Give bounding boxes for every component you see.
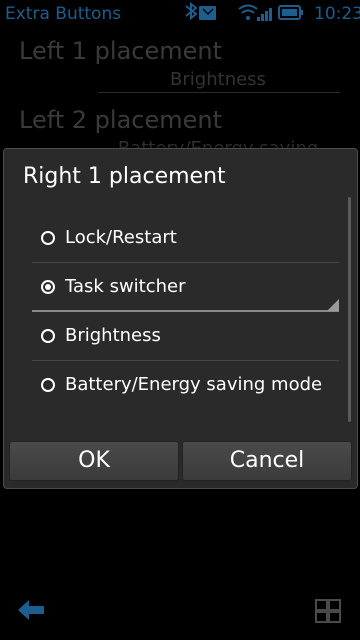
- selection-dialog: Right 1 placement Lock/Restart Task swit…: [3, 148, 358, 489]
- option-lock-restart[interactable]: Lock/Restart: [32, 214, 339, 263]
- radio-unchecked-icon: [41, 378, 55, 392]
- option-battery-energy-saving[interactable]: Battery/Energy saving mode: [32, 361, 339, 410]
- radio-checked-icon: [41, 280, 55, 294]
- bluetooth-icon: [185, 1, 198, 21]
- option-brightness[interactable]: Brightness: [32, 312, 339, 361]
- cancel-button[interactable]: Cancel: [182, 441, 352, 481]
- setting-title[interactable]: Left 2 placement: [19, 106, 222, 134]
- options-menu-icon[interactable]: [314, 598, 342, 624]
- radio-unchecked-icon: [41, 329, 55, 343]
- option-label: Battery/Energy saving mode: [65, 374, 323, 395]
- message-icon: [199, 6, 216, 20]
- status-bar: Extra Buttons 10:23: [0, 0, 360, 27]
- option-task-switcher[interactable]: Task switcher: [32, 263, 339, 312]
- back-arrow-icon[interactable]: [16, 597, 46, 623]
- setting-title[interactable]: Left 1 placement: [19, 37, 222, 65]
- setting-value[interactable]: Brightness: [98, 69, 338, 90]
- signal-icon: [257, 8, 272, 21]
- radio-unchecked-icon: [41, 231, 55, 245]
- option-label: Lock/Restart: [65, 227, 177, 248]
- clock: 10:23: [314, 4, 360, 24]
- option-label: Task switcher: [65, 276, 186, 297]
- focus-corner-icon: [327, 299, 339, 311]
- option-label: Brightness: [65, 325, 161, 346]
- ok-button[interactable]: OK: [9, 441, 179, 481]
- scrollbar[interactable]: [348, 197, 351, 422]
- wifi-icon: [238, 4, 258, 20]
- status-icons: [185, 1, 303, 21]
- dialog-title: Right 1 placement: [23, 164, 226, 189]
- battery-icon: [278, 5, 303, 20]
- divider: [98, 92, 340, 93]
